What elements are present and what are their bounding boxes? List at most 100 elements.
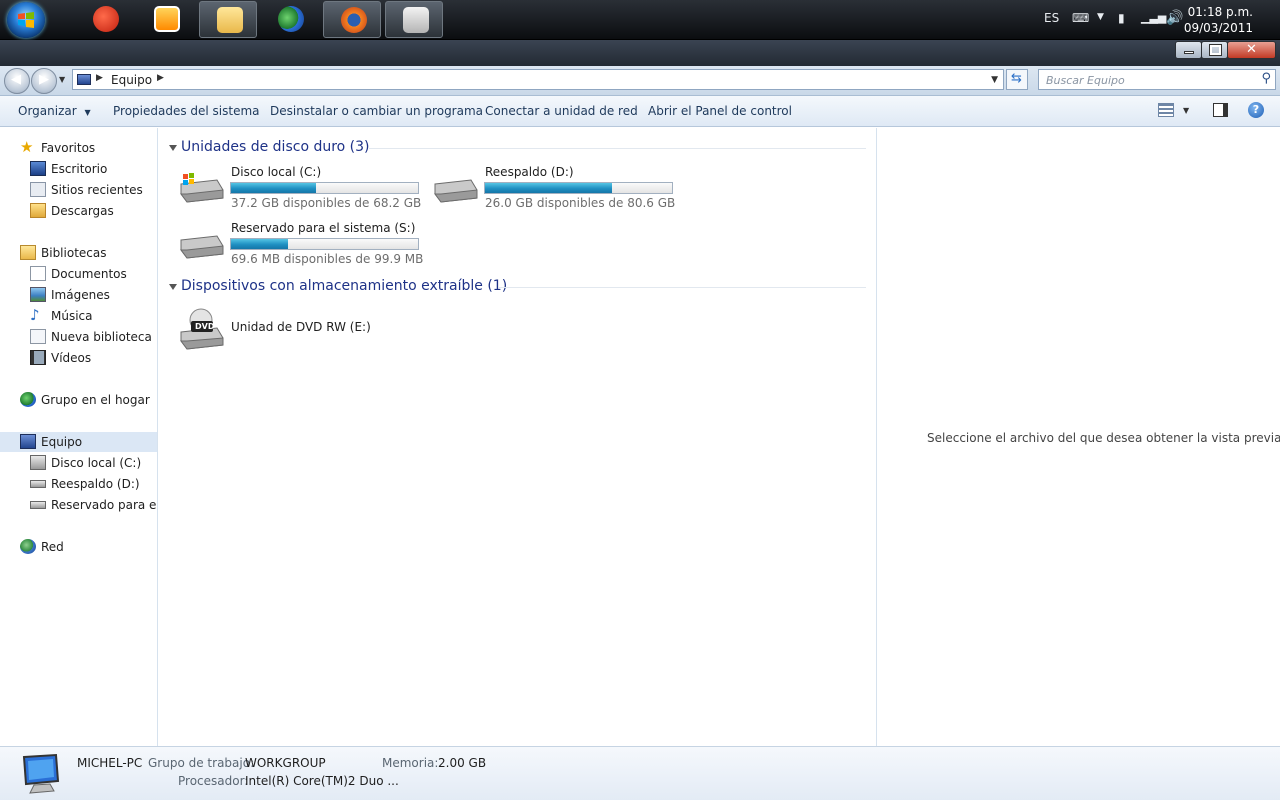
view-options-icon[interactable] bbox=[1158, 103, 1174, 117]
breadcrumb-separator-icon[interactable]: ▶ bbox=[96, 73, 103, 83]
search-box[interactable]: ⚲ bbox=[1038, 69, 1276, 90]
keyboard-icon[interactable]: ⌨ bbox=[1072, 11, 1089, 25]
breadcrumb-chevron-icon[interactable]: ▶ bbox=[157, 73, 164, 83]
organize-button[interactable]: Organizar ▼ bbox=[18, 104, 91, 118]
system-properties-button[interactable]: Propiedades del sistema bbox=[113, 104, 260, 118]
network-signal-icon[interactable]: ▁▃▅ bbox=[1141, 11, 1166, 24]
start-button[interactable] bbox=[7, 2, 45, 38]
preview-pane-icon[interactable] bbox=[1213, 103, 1228, 117]
star-icon: ★ bbox=[20, 138, 34, 156]
organize-label: Organizar bbox=[18, 104, 77, 118]
group-divider bbox=[369, 148, 866, 149]
group-title-removable[interactable]: Dispositivos con almacenamiento extraíbl… bbox=[181, 278, 507, 294]
volume-icon[interactable]: 🔊 bbox=[1166, 10, 1183, 26]
kaspersky-icon bbox=[403, 7, 429, 33]
nav-documentos[interactable]: Documentos bbox=[30, 264, 157, 284]
forward-button[interactable]: ▶ bbox=[31, 68, 57, 94]
address-dropdown-icon[interactable]: ▼ bbox=[991, 75, 998, 85]
refresh-button[interactable]: ⇆ bbox=[1006, 69, 1028, 90]
nav-nueva-biblioteca[interactable]: Nueva biblioteca bbox=[30, 327, 157, 347]
content-area: Unidades de disco duro (3) Disco local (… bbox=[159, 128, 876, 746]
taskbar-ccleaner[interactable] bbox=[76, 1, 134, 38]
taskbar-firefox[interactable] bbox=[323, 1, 381, 38]
taskbar: ES ⌨ ▼ ▮ ▁▃▅ 🔊 01:18 p.m. 09/03/2011 bbox=[0, 0, 1280, 40]
breadcrumb-equipo[interactable]: Equipo bbox=[111, 73, 152, 87]
hard-drive-icon bbox=[434, 179, 478, 203]
uninstall-program-button[interactable]: Desinstalar o cambiar un programa bbox=[270, 104, 483, 118]
recent-places-icon bbox=[30, 182, 46, 197]
restore-button[interactable] bbox=[1201, 41, 1228, 59]
collapse-group-icon[interactable] bbox=[169, 145, 177, 151]
drive-name: Reespaldo (D:) bbox=[485, 165, 574, 179]
nav-reespaldo-d[interactable]: Reespaldo (D:) bbox=[30, 474, 157, 494]
close-icon: ✕ bbox=[1246, 42, 1257, 57]
nav-imagenes[interactable]: Imágenes bbox=[30, 285, 157, 305]
search-icon[interactable]: ⚲ bbox=[1261, 71, 1271, 86]
windows-logo-icon bbox=[18, 12, 34, 28]
network-icon bbox=[20, 539, 36, 554]
clock-date: 09/03/2011 bbox=[1183, 21, 1253, 35]
nav-bibliotecas[interactable]: Bibliotecas bbox=[20, 243, 157, 263]
nav-disco-local-c[interactable]: Disco local (C:) bbox=[30, 453, 157, 473]
collapse-group-icon[interactable] bbox=[169, 284, 177, 290]
group-divider bbox=[498, 287, 866, 288]
open-control-panel-button[interactable]: Abrir el Panel de control bbox=[648, 104, 792, 118]
drive-usage-fill bbox=[231, 183, 317, 193]
drive-free-space: 37.2 GB disponibles de 68.2 GB bbox=[231, 196, 422, 210]
map-network-drive-button[interactable]: Conectar a unidad de red bbox=[485, 104, 638, 118]
computer-icon bbox=[20, 434, 36, 449]
nav-red[interactable]: Red bbox=[20, 537, 157, 557]
forward-arrow-icon: ▶ bbox=[39, 72, 49, 87]
window-titlebar[interactable] bbox=[0, 40, 1280, 66]
system-drive-icon bbox=[30, 455, 46, 470]
nav-equipo[interactable]: Equipo bbox=[0, 432, 157, 452]
homegroup-icon bbox=[20, 392, 36, 407]
back-button[interactable]: ◀ bbox=[4, 68, 30, 94]
library-icon bbox=[20, 245, 36, 260]
drive-usage-bar bbox=[230, 238, 419, 250]
clock[interactable]: 01:18 p.m. 09/03/2011 bbox=[1184, 4, 1253, 36]
nav-sitios-recientes[interactable]: Sitios recientes bbox=[30, 180, 157, 200]
desktop-icon bbox=[30, 161, 46, 176]
nav-escritorio[interactable]: Escritorio bbox=[30, 159, 157, 179]
nav-musica[interactable]: ♪ Música bbox=[30, 306, 157, 326]
nav-grupo-hogar[interactable]: Grupo en el hogar bbox=[20, 390, 157, 410]
search-input[interactable] bbox=[1046, 71, 1246, 89]
media-player-icon bbox=[154, 6, 180, 32]
film-icon bbox=[30, 350, 46, 365]
tray-expand-icon[interactable]: ▼ bbox=[1097, 12, 1104, 22]
language-indicator[interactable]: ES bbox=[1044, 11, 1059, 25]
folder-icon bbox=[217, 7, 243, 33]
nav-descargas[interactable]: Descargas bbox=[30, 201, 157, 221]
group-title-hard-drives[interactable]: Unidades de disco duro (3) bbox=[181, 139, 370, 155]
view-dropdown-icon[interactable]: ▼ bbox=[1183, 106, 1189, 115]
address-row: ◀ ▶ ▼ ▶ Equipo ▶ ▼ ⇆ ⚲ bbox=[0, 66, 1280, 96]
address-bar[interactable]: ▶ Equipo ▶ ▼ bbox=[72, 69, 1004, 90]
help-icon[interactable]: ? bbox=[1248, 102, 1264, 118]
recent-pages-dropdown-icon[interactable]: ▼ bbox=[59, 75, 65, 84]
drive-name: Disco local (C:) bbox=[231, 165, 322, 179]
clock-time: 01:18 p.m. bbox=[1187, 5, 1253, 19]
taskbar-windows-explorer[interactable] bbox=[199, 1, 257, 38]
hard-drive-icon bbox=[30, 501, 46, 509]
taskbar-kaspersky[interactable] bbox=[385, 1, 443, 38]
minimize-button[interactable] bbox=[1175, 41, 1202, 59]
drive-usage-bar bbox=[484, 182, 673, 194]
memory-value: 2.00 GB bbox=[438, 756, 487, 770]
hard-drive-icon bbox=[180, 235, 224, 259]
nav-reservado-s[interactable]: Reservado para el sistema (S:) bbox=[30, 495, 157, 515]
organize-dropdown-icon: ▼ bbox=[84, 108, 91, 117]
nav-videos[interactable]: Vídeos bbox=[30, 348, 157, 368]
power-icon[interactable]: ▮ bbox=[1118, 11, 1125, 25]
documents-icon bbox=[30, 266, 46, 281]
close-button[interactable]: ✕ bbox=[1227, 41, 1276, 59]
preview-pane: Seleccione el archivo del que desea obte… bbox=[876, 128, 1280, 746]
navigation-pane: ★ Favoritos Escritorio Sitios recientes … bbox=[0, 128, 158, 746]
hard-drive-icon bbox=[30, 480, 46, 488]
taskbar-messenger[interactable] bbox=[261, 1, 319, 38]
taskbar-media-player[interactable] bbox=[137, 1, 195, 38]
firefox-icon bbox=[341, 7, 367, 33]
nav-favorites[interactable]: ★ Favoritos bbox=[20, 138, 157, 158]
workgroup-value: WORKGROUP bbox=[245, 756, 326, 770]
dvd-label: DVD bbox=[195, 322, 215, 331]
